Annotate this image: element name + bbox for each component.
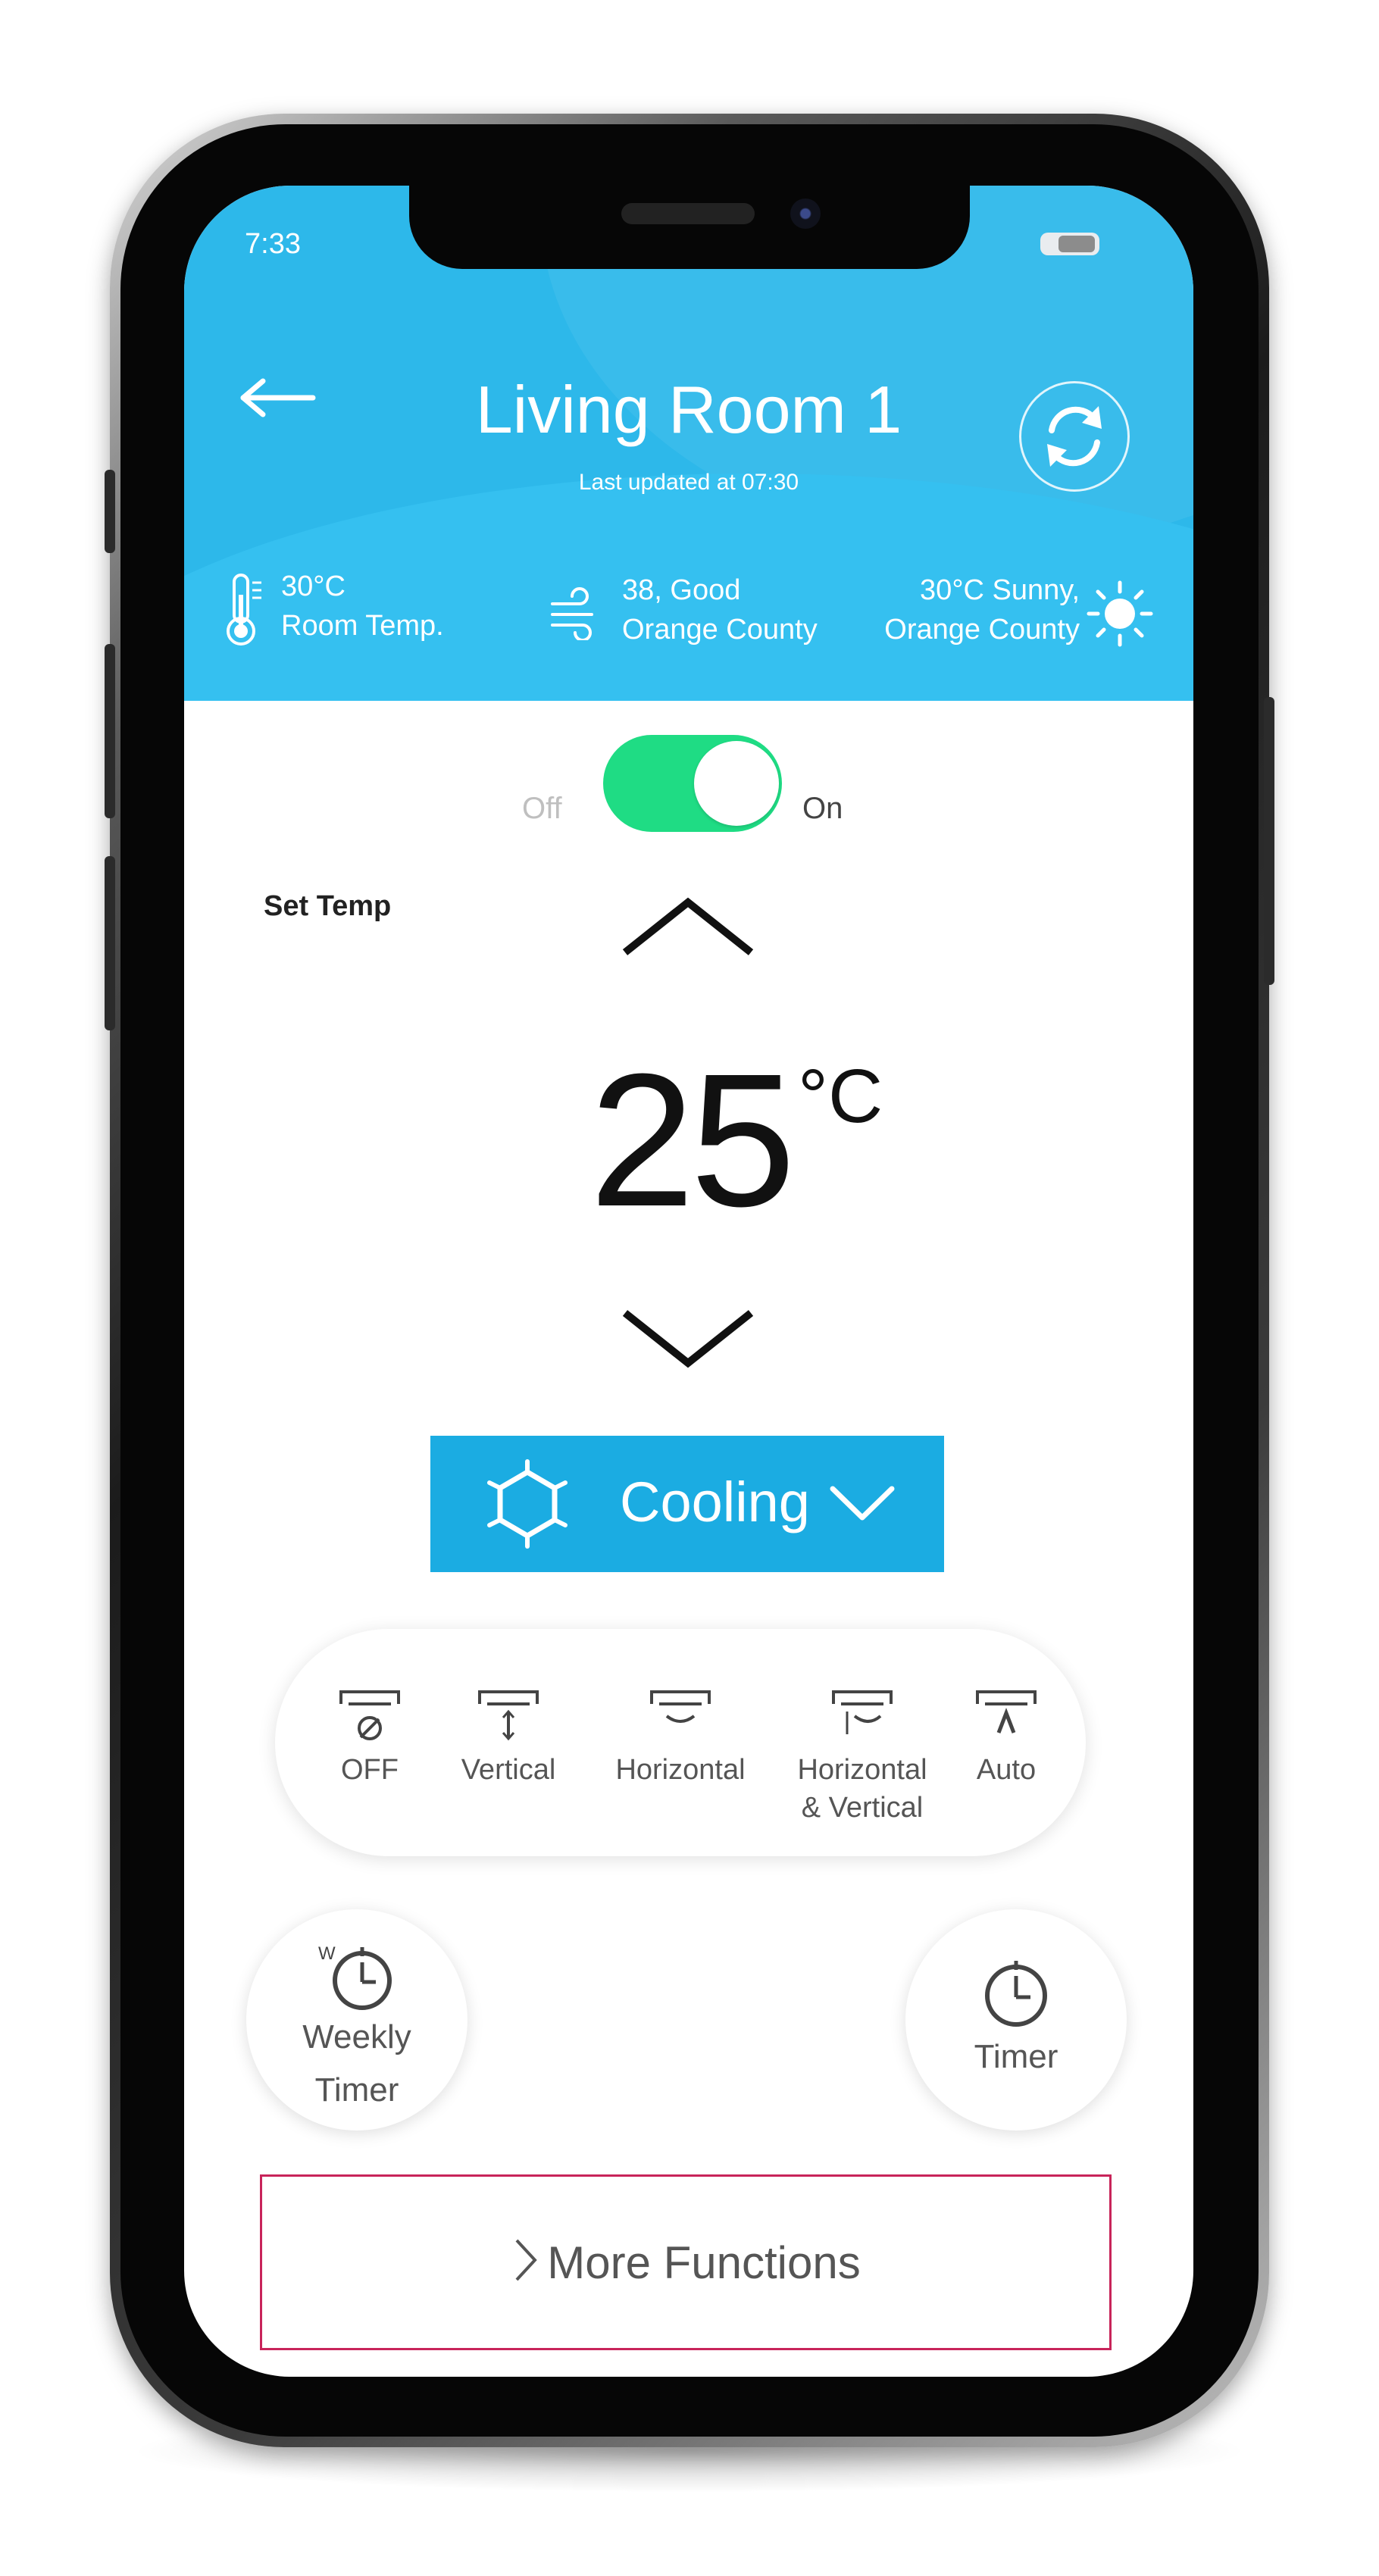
volume-up-button xyxy=(105,644,115,818)
weather-value: 30°C Sunny, xyxy=(920,574,1080,606)
swing-both-label-line2: & Vertical xyxy=(801,1792,924,1824)
weather: 30°C Sunny, Orange County xyxy=(884,571,1080,649)
swing-off-option[interactable]: OFF xyxy=(317,1686,423,1789)
room-temp: 30°C Room Temp. xyxy=(281,567,444,646)
volume-down-button xyxy=(105,856,115,1030)
swing-horizontal-label: Horizontal xyxy=(615,1754,746,1786)
swing-vertical-icon xyxy=(478,1690,539,1741)
air-quality: 38, Good Orange County xyxy=(622,571,818,649)
swing-off-label: OFF xyxy=(341,1754,399,1786)
swing-panel: OFF Vertical Horizontal Horizontal & Ver… xyxy=(275,1629,1086,1856)
refresh-button[interactable] xyxy=(1019,381,1130,492)
swing-both-option[interactable]: Horizontal & Vertical xyxy=(779,1686,946,1827)
toggle-on-label: On xyxy=(802,792,843,825)
more-functions-row: More Functions xyxy=(262,2236,1109,2289)
snowflake-icon xyxy=(487,1459,568,1549)
power-side-button xyxy=(1264,697,1274,985)
toggle-off-label: Off xyxy=(522,792,562,825)
refresh-icon xyxy=(1047,406,1102,467)
status-time: 7:33 xyxy=(245,228,301,260)
mode-dropdown[interactable]: Cooling xyxy=(430,1436,944,1572)
swing-vertical-label: Vertical xyxy=(461,1754,556,1786)
mute-switch xyxy=(105,470,115,553)
set-temp-label: Set Temp xyxy=(264,890,392,922)
dropdown-chevron-icon xyxy=(830,1486,895,1521)
weekly-clock-icon: W xyxy=(318,1943,392,2010)
phone-notch xyxy=(409,186,970,269)
weekly-timer-label-line2: Timer xyxy=(314,2071,399,2109)
app-screen: 7:33 Living Room 1 Last updated at 07:30 xyxy=(184,186,1193,2377)
swing-both-icon xyxy=(832,1690,893,1734)
more-functions-button[interactable]: More Functions xyxy=(260,2174,1112,2350)
weekly-badge: W xyxy=(318,1943,336,1964)
timer-label: Timer xyxy=(974,2038,1058,2075)
swing-both-label-line1: Horizontal xyxy=(797,1754,927,1786)
room-temp-label: Room Temp. xyxy=(281,610,444,642)
sun-icon xyxy=(1087,580,1153,647)
swing-horizontal-icon xyxy=(650,1690,711,1723)
temperature-unit: °C xyxy=(798,1054,883,1139)
swing-auto-label: Auto xyxy=(976,1754,1037,1786)
more-functions-label: More Functions xyxy=(547,2237,861,2288)
swing-horizontal-option[interactable]: Horizontal xyxy=(601,1686,760,1789)
swing-auto-icon xyxy=(976,1690,1037,1733)
earpiece-speaker xyxy=(621,203,755,224)
weather-location: Orange County xyxy=(884,614,1080,646)
swing-vertical-option[interactable]: Vertical xyxy=(448,1686,569,1789)
weekly-timer-button[interactable]: W Weekly Timer xyxy=(246,1909,467,2131)
temperature-value: 25 xyxy=(589,1034,796,1246)
swing-auto-option[interactable]: Auto xyxy=(961,1686,1052,1789)
timer-button[interactable]: Timer xyxy=(905,1909,1127,2131)
clock-icon xyxy=(985,1961,1047,2027)
thermometer-icon xyxy=(227,574,261,646)
front-camera xyxy=(790,199,821,229)
air-quality-value: 38, Good xyxy=(622,574,741,606)
air-quality-location: Orange County xyxy=(622,614,818,646)
mode-label: Cooling xyxy=(620,1471,810,1533)
room-temp-value: 30°C xyxy=(281,571,346,602)
chevron-right-icon xyxy=(515,2239,537,2281)
weekly-timer-label-line1: Weekly xyxy=(302,2018,411,2055)
power-toggle[interactable] xyxy=(603,735,782,832)
swing-off-icon xyxy=(339,1690,400,1740)
chevron-down-icon[interactable] xyxy=(616,1299,760,1375)
battery-icon xyxy=(1040,233,1099,255)
toggle-knob xyxy=(694,741,779,826)
wind-icon xyxy=(551,587,593,640)
chevron-up-icon[interactable] xyxy=(616,890,760,966)
